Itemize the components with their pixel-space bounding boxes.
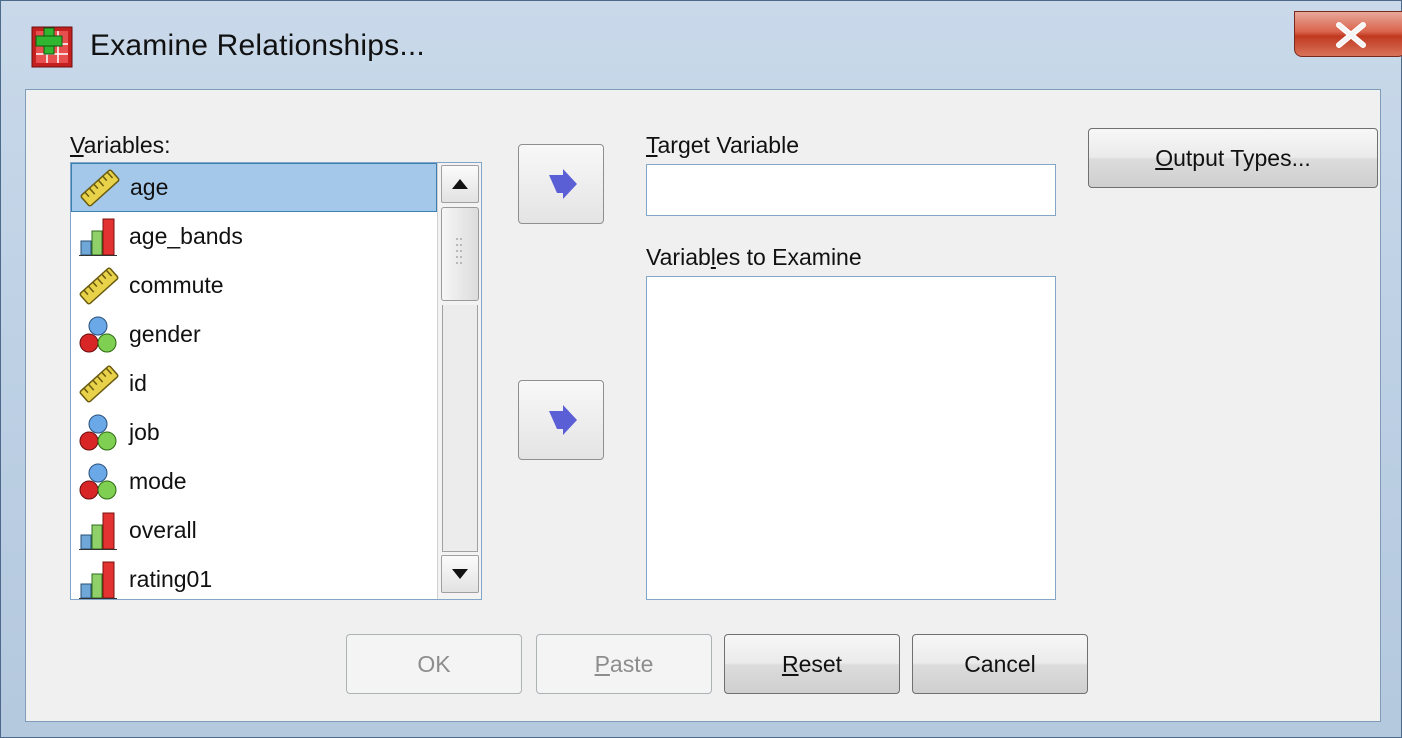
reset-button[interactable]: Reset (724, 634, 900, 694)
list-item[interactable]: gender (71, 310, 437, 359)
cancel-button[interactable]: Cancel (912, 634, 1088, 694)
scroll-up-button[interactable] (441, 165, 479, 203)
variables-label: Variables: (70, 132, 171, 158)
dialog-body: Variables: age age_bandscommute gender id jo… (25, 89, 1381, 722)
arrow-right-icon (549, 405, 577, 435)
ok-button[interactable]: OK (346, 634, 522, 694)
scroll-thumb[interactable] (441, 207, 479, 301)
variables-to-examine-label: Variables to Examine (646, 244, 862, 270)
app-icon (31, 26, 73, 68)
window-title: Examine Relationships... (90, 29, 425, 62)
variable-name: commute (129, 272, 224, 298)
ordinal-icon (77, 509, 127, 553)
variable-name: age_bands (129, 223, 243, 249)
scroll-track[interactable] (442, 305, 478, 552)
list-item[interactable]: overall (71, 506, 437, 555)
variable-name: gender (129, 321, 201, 347)
list-item[interactable]: mode (71, 457, 437, 506)
list-item[interactable]: job (71, 408, 437, 457)
target-variable-field[interactable] (646, 164, 1056, 216)
dialog-window: Examine Relationships... Variables: age a… (0, 0, 1402, 738)
variable-name: rating01 (129, 566, 213, 592)
arrow-right-icon (549, 169, 577, 199)
close-icon (1336, 22, 1366, 48)
variables-list-items: age age_bandscommute gender id job mode overal… (71, 163, 437, 600)
variable-name: age (130, 174, 169, 200)
close-button[interactable] (1294, 11, 1402, 57)
list-item[interactable]: age (71, 163, 437, 212)
list-item[interactable]: id (71, 359, 437, 408)
ordinal-icon (77, 215, 127, 259)
variable-name: overall (129, 517, 197, 543)
variable-name: mode (129, 468, 187, 494)
nominal-icon (77, 313, 127, 357)
scale-icon (77, 362, 127, 406)
scale-icon (77, 264, 127, 308)
variables-list[interactable]: age age_bandscommute gender id job mode overal… (70, 162, 482, 600)
nominal-icon (77, 460, 127, 504)
scale-icon (78, 166, 128, 210)
title-bar[interactable]: Examine Relationships... (1, 1, 1402, 85)
variable-name: job (129, 419, 160, 445)
grip-icon (456, 238, 462, 264)
arrow-up-icon (452, 179, 468, 189)
target-variable-label: Target Variable (646, 132, 799, 158)
paste-button[interactable]: Paste (536, 634, 712, 694)
variable-name: id (129, 370, 147, 396)
output-types-button[interactable]: Output Types... (1088, 128, 1378, 188)
scroll-down-button[interactable] (441, 555, 479, 593)
list-scrollbar[interactable] (437, 163, 481, 599)
move-to-target-button[interactable] (518, 144, 604, 224)
arrow-down-icon (452, 569, 468, 579)
list-item[interactable]: rating01 (71, 555, 437, 600)
list-item[interactable]: age_bands (71, 212, 437, 261)
nominal-icon (77, 411, 127, 455)
list-item[interactable]: commute (71, 261, 437, 310)
move-to-examine-button[interactable] (518, 380, 604, 460)
ordinal-icon (77, 558, 127, 600)
variables-to-examine-list[interactable] (646, 276, 1056, 600)
